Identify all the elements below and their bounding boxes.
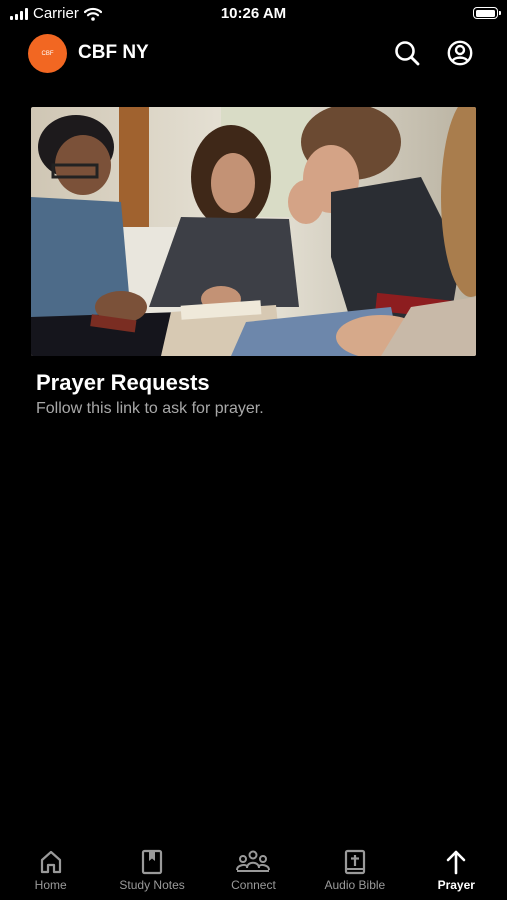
bottom-tab-bar: Home Study Notes Connect Audio Bible Pra… <box>0 842 507 900</box>
tab-audio-bible-label: Audio Bible <box>324 878 386 892</box>
battery-icon <box>473 7 501 19</box>
arrow-up-icon <box>446 850 466 875</box>
tab-audio-bible[interactable]: Audio Bible <box>305 842 405 892</box>
tab-connect[interactable]: Connect <box>203 842 303 892</box>
card-title[interactable]: Prayer Requests <box>36 370 476 396</box>
app-title: CBF NY <box>78 42 149 63</box>
prayer-requests-card[interactable]: Prayer Requests Follow this link to ask … <box>31 107 476 418</box>
search-icon[interactable] <box>394 40 420 66</box>
tab-study-notes-label: Study Notes <box>119 878 185 892</box>
app-header: CBF CBF NY <box>0 32 507 74</box>
photo-illustration <box>31 107 476 356</box>
card-subtitle: Follow this link to ask for prayer. <box>36 400 264 417</box>
tab-home-label: Home <box>34 878 67 892</box>
tab-prayer[interactable]: Prayer <box>406 842 506 892</box>
tab-home[interactable]: Home <box>1 842 101 892</box>
app-logo[interactable]: CBF <box>28 34 67 73</box>
prayer-group-photo[interactable] <box>31 107 476 356</box>
status-time: 10:26 AM <box>220 5 287 22</box>
tab-study-notes[interactable]: Study Notes <box>102 842 202 892</box>
bible-icon <box>344 849 365 875</box>
people-icon <box>236 850 271 872</box>
home-icon <box>40 850 61 874</box>
tab-connect-label: Connect <box>231 878 276 892</box>
bookmark-icon <box>141 849 163 875</box>
status-bar: Carrier 10:26 AM <box>0 0 507 28</box>
profile-icon[interactable] <box>447 40 473 66</box>
tab-prayer-label: Prayer <box>437 878 475 892</box>
